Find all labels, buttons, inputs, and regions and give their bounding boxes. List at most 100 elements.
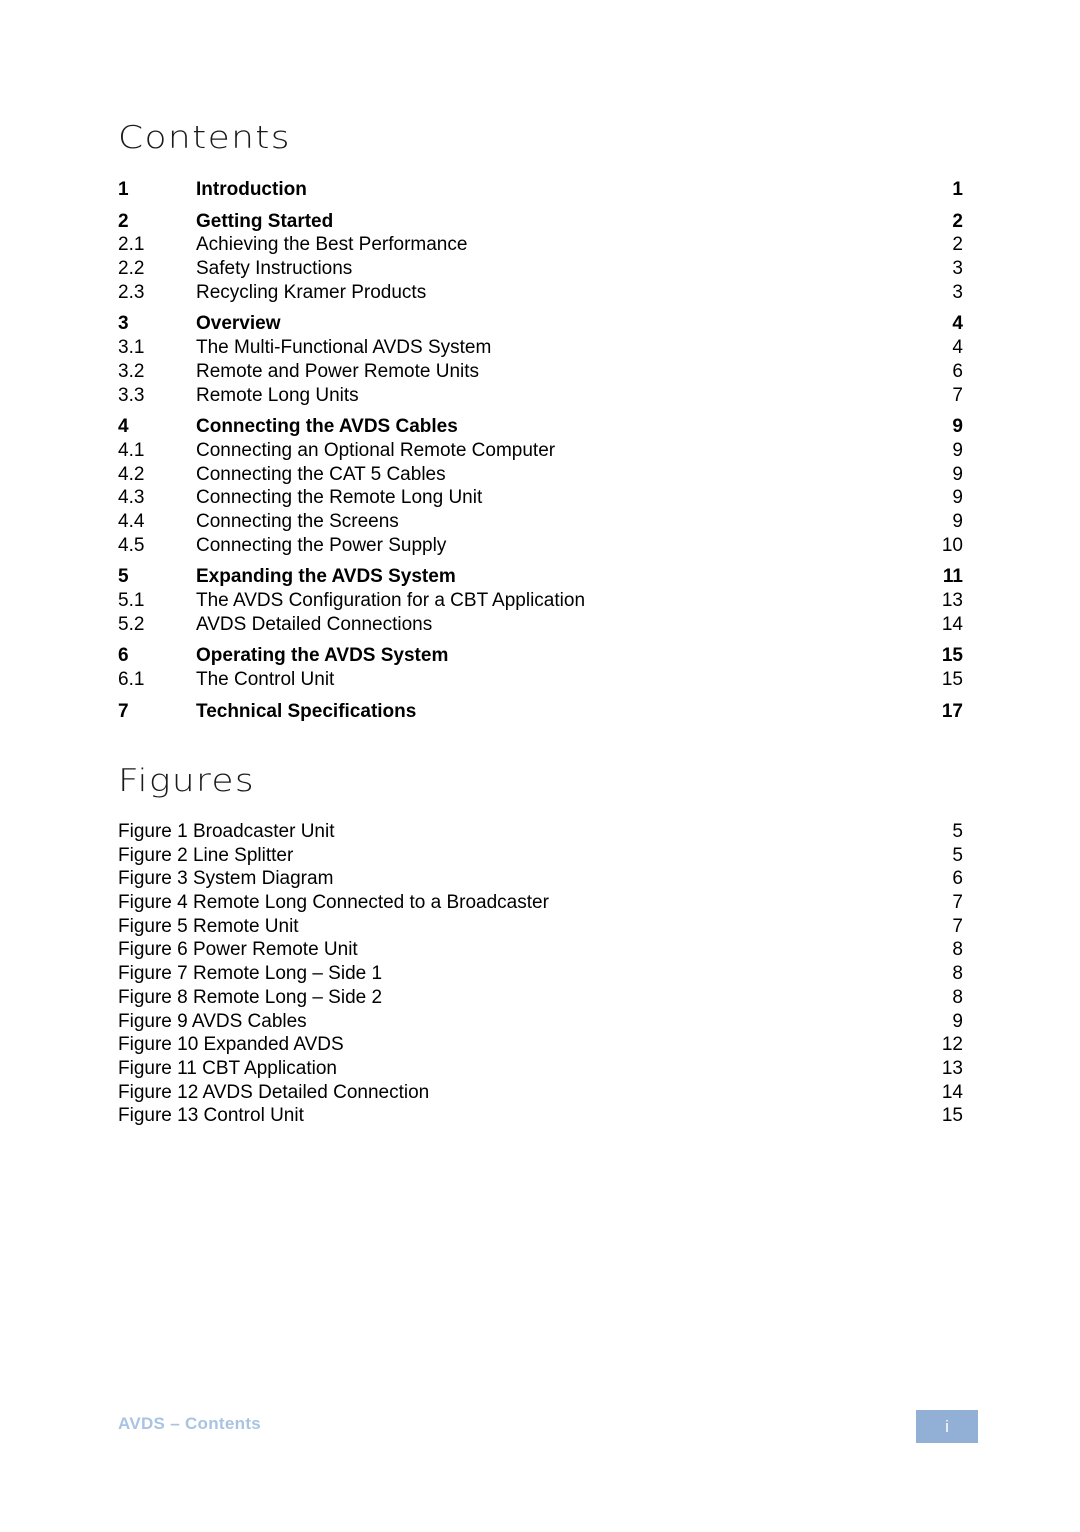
figure-page-number: 9 bbox=[952, 1010, 963, 1032]
toc-title: Achieving the Best Performance bbox=[196, 234, 468, 256]
toc-title: Connecting the CAT 5 Cables bbox=[196, 463, 446, 485]
figure-page-number: 5 bbox=[952, 821, 963, 842]
figure-page-number: 8 bbox=[952, 939, 963, 961]
toc-page-number: 17 bbox=[941, 700, 963, 722]
toc-number: 3 bbox=[118, 313, 129, 335]
figure-row[interactable]: Figure 12 AVDS Detailed Connection 14 bbox=[118, 1081, 963, 1105]
toc-number: 6 bbox=[118, 645, 129, 667]
toc-page-number: 3 bbox=[952, 258, 963, 280]
figure-page-number: 5 bbox=[952, 844, 963, 866]
toc-title: AVDS Detailed Connections bbox=[196, 613, 433, 635]
figure-page-number: 7 bbox=[952, 892, 963, 914]
figure-label: Figure 3 System Diagram bbox=[118, 868, 334, 890]
figure-page-number: 12 bbox=[941, 1034, 963, 1056]
toc-page-number: 4 bbox=[952, 337, 963, 359]
toc-row[interactable]: 2 Getting Started 2 bbox=[118, 210, 963, 234]
figure-page-number: 8 bbox=[952, 986, 963, 1008]
figure-label: Figure 8 Remote Long – Side 2 bbox=[118, 986, 383, 1008]
toc-page-number: 2 bbox=[952, 234, 963, 256]
footer-page-number: i bbox=[945, 1416, 949, 1436]
toc-page-number: 14 bbox=[941, 613, 963, 635]
toc-number: 5 bbox=[118, 566, 129, 588]
toc-row[interactable]: 5.2 AVDS Detailed Connections 14 bbox=[118, 613, 963, 637]
toc-row[interactable]: 2.3 Recycling Kramer Products 3 bbox=[118, 281, 963, 305]
toc-title: Operating the AVDS System bbox=[196, 645, 449, 667]
figure-row[interactable]: Figure 4 Remote Long Connected to a Broa… bbox=[118, 891, 963, 915]
figure-page-number: 7 bbox=[952, 915, 963, 937]
figure-row[interactable]: Figure 11 CBT Application 13 bbox=[118, 1057, 963, 1081]
toc-page-number: 4 bbox=[952, 313, 963, 335]
toc-title: Getting Started bbox=[196, 210, 334, 232]
toc-title: Overview bbox=[196, 313, 281, 335]
toc-title: Safety Instructions bbox=[196, 258, 353, 280]
figures-heading: Figures bbox=[118, 763, 256, 799]
toc-row[interactable]: 5 Expanding the AVDS System 11 bbox=[118, 565, 963, 589]
toc-number: 3.3 bbox=[118, 384, 145, 406]
toc-title: Recycling Kramer Products bbox=[196, 281, 427, 303]
figure-label: Figure 11 CBT Application bbox=[118, 1057, 337, 1079]
toc-row[interactable]: 4.3 Connecting the Remote Long Unit 9 bbox=[118, 486, 963, 510]
toc-page-number: 9 bbox=[952, 487, 963, 509]
figure-label: Figure 2 Line Splitter bbox=[118, 844, 294, 866]
toc-row[interactable]: 6 Operating the AVDS System 15 bbox=[118, 644, 963, 668]
figure-page-number: 6 bbox=[952, 868, 963, 890]
contents-heading: Contents bbox=[118, 120, 291, 156]
figure-label: Figure 13 Control Unit bbox=[118, 1105, 304, 1127]
toc-row[interactable]: 3 Overview 4 bbox=[118, 312, 963, 336]
toc-title: Remote Long Units bbox=[196, 384, 359, 406]
figure-row[interactable]: Figure 5 Remote Unit 7 bbox=[118, 915, 963, 939]
toc-title: Remote and Power Remote Units bbox=[196, 360, 480, 382]
toc-row[interactable]: 4 Connecting the AVDS Cables 9 bbox=[118, 415, 963, 439]
toc-title: Connecting the AVDS Cables bbox=[196, 416, 458, 438]
toc-number: 5.1 bbox=[118, 590, 145, 611]
figure-label: Figure 6 Power Remote Unit bbox=[118, 939, 358, 961]
toc-page-number: 9 bbox=[952, 439, 963, 461]
toc-number: 4 bbox=[118, 416, 129, 438]
toc-page-number: 6 bbox=[952, 360, 963, 382]
toc-row[interactable]: 5.1 The AVDS Configuration for a CBT Appl… bbox=[118, 589, 963, 613]
toc-row[interactable]: 6.1 The Control Unit 15 bbox=[118, 668, 963, 692]
footer-page-number-box: i bbox=[916, 1410, 978, 1443]
figure-row[interactable]: Figure 1 Broadcaster Unit 5 bbox=[118, 820, 963, 844]
toc-number: 2.3 bbox=[118, 281, 145, 303]
toc-number: 7 bbox=[118, 700, 129, 722]
toc-row[interactable]: 3.3 Remote Long Units 7 bbox=[118, 384, 963, 408]
figure-page-number: 13 bbox=[941, 1057, 963, 1079]
toc-number: 4.5 bbox=[118, 534, 145, 556]
toc-row[interactable]: 4.5 Connecting the Power Supply 10 bbox=[118, 534, 963, 558]
figure-row[interactable]: Figure 3 System Diagram 6 bbox=[118, 867, 963, 891]
toc-row[interactable]: 4.1 Connecting an Optional Remote Compute… bbox=[118, 439, 963, 463]
toc-row[interactable]: 3.1 The Multi-Functional AVDS System 4 bbox=[118, 336, 963, 360]
toc-title: The AVDS Configuration for a CBT Applica… bbox=[196, 590, 586, 611]
toc-number: 3.1 bbox=[118, 337, 145, 359]
figure-page-number: 8 bbox=[952, 963, 963, 985]
document-page: Contents 1 Introduction 1 2 Getting Started 2… bbox=[0, 0, 1080, 1532]
figure-row[interactable]: Figure 7 Remote Long – Side 1 8 bbox=[118, 962, 963, 986]
toc-number: 1 bbox=[118, 179, 129, 200]
table-of-contents: 1 Introduction 1 2 Getting Started 2 2.1 Achiev… bbox=[118, 178, 963, 723]
toc-row[interactable]: 2.1 Achieving the Best Performance 2 bbox=[118, 233, 963, 257]
figure-row[interactable]: Figure 10 Expanded AVDS 12 bbox=[118, 1033, 963, 1057]
toc-number: 2.1 bbox=[118, 234, 145, 256]
toc-row[interactable]: 3.2 Remote and Power Remote Units 6 bbox=[118, 360, 963, 384]
toc-number: 6.1 bbox=[118, 669, 145, 691]
toc-row[interactable]: 4.2 Connecting the CAT 5 Cables 9 bbox=[118, 463, 963, 487]
toc-title: The Multi-Functional AVDS System bbox=[196, 337, 492, 359]
toc-page-number: 11 bbox=[942, 566, 963, 588]
figure-row[interactable]: Figure 6 Power Remote Unit 8 bbox=[118, 938, 963, 962]
toc-title: Connecting the Screens bbox=[196, 510, 399, 532]
toc-row[interactable]: 2.2 Safety Instructions 3 bbox=[118, 257, 963, 281]
toc-row[interactable]: 1 Introduction 1 bbox=[118, 178, 963, 202]
figure-row[interactable]: Figure 8 Remote Long – Side 2 8 bbox=[118, 986, 963, 1010]
toc-number: 3.2 bbox=[118, 360, 145, 382]
toc-row[interactable]: 4.4 Connecting the Screens 9 bbox=[118, 510, 963, 534]
toc-page-number: 9 bbox=[952, 510, 963, 532]
toc-row[interactable]: 7 Technical Specifications 17 bbox=[118, 700, 963, 724]
figure-row[interactable]: Figure 2 Line Splitter 5 bbox=[118, 844, 963, 868]
figure-label: Figure 10 Expanded AVDS bbox=[118, 1034, 344, 1056]
toc-title: Connecting an Optional Remote Computer bbox=[196, 439, 556, 461]
toc-title: Connecting the Remote Long Unit bbox=[196, 487, 483, 509]
figure-row[interactable]: Figure 13 Control Unit 15 bbox=[118, 1104, 963, 1128]
figure-page-number: 14 bbox=[941, 1081, 963, 1103]
figure-row[interactable]: Figure 9 AVDS Cables 9 bbox=[118, 1010, 963, 1034]
